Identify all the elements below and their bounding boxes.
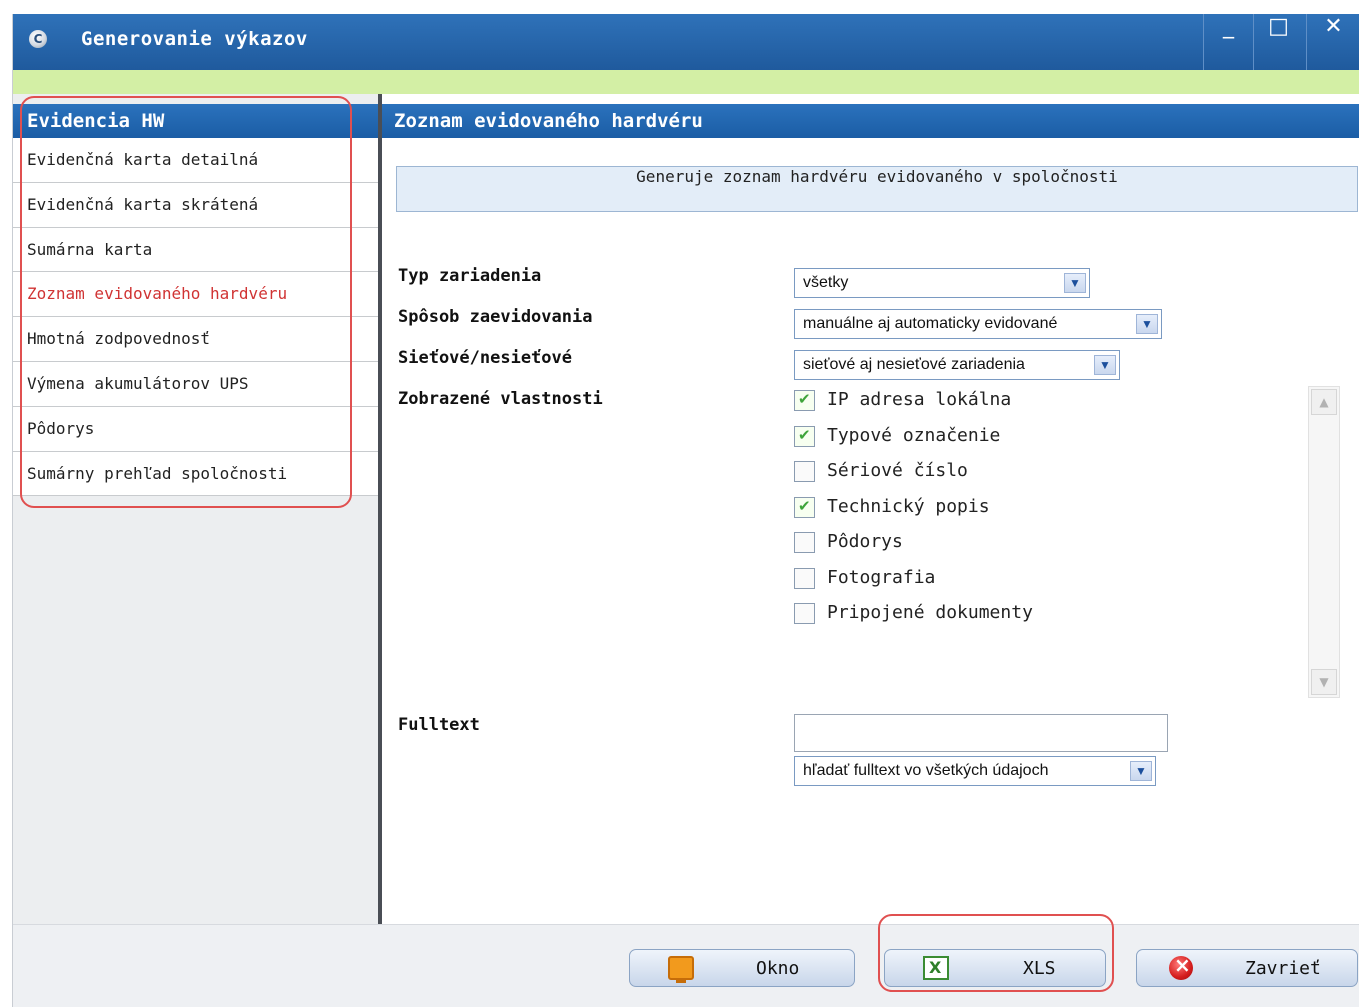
properties-checklist: IP adresa lokálna Typové označenie Sério… xyxy=(794,386,1314,706)
property-option[interactable]: Pôdorys xyxy=(794,528,1314,564)
properties-label: Zobrazené vlastnosti xyxy=(398,389,603,409)
property-option[interactable]: IP adresa lokálna xyxy=(794,386,1314,422)
scroll-up-icon[interactable]: ▲ xyxy=(1311,389,1337,415)
sidebar-item-floor-plan[interactable]: Pôdorys xyxy=(13,406,379,452)
chevron-down-icon: ▼ xyxy=(1064,273,1086,293)
monitor-icon xyxy=(668,956,694,983)
window-output-button[interactable]: Okno xyxy=(629,949,855,987)
sidebar-header: Evidencia HW xyxy=(13,104,379,138)
checkbox-serial-number[interactable] xyxy=(794,461,815,482)
chevron-down-icon: ▼ xyxy=(1136,314,1158,334)
option-label: Technický popis xyxy=(827,495,990,517)
report-description: Generuje zoznam hardvéru evidovaného v s… xyxy=(396,166,1358,212)
network-value: sieťové aj nesieťové zariadenia xyxy=(803,356,1025,373)
option-label: Pôdorys xyxy=(827,531,903,552)
sidebar-item-material-responsibility[interactable]: Hmotná zodpovednosť xyxy=(13,317,379,362)
fulltext-input[interactable] xyxy=(794,714,1168,752)
properties-scrollbar[interactable]: ▲ ▼ xyxy=(1308,386,1340,698)
excel-icon xyxy=(923,956,949,980)
action-bar: Okno XLS Zavrieť xyxy=(13,924,1359,1007)
checkbox-ip-address[interactable] xyxy=(794,390,815,411)
device-type-value: všetky xyxy=(803,274,849,291)
device-type-label: Typ zariadenia xyxy=(398,266,542,286)
chevron-down-icon: ▼ xyxy=(1094,355,1116,375)
fulltext-label: Fulltext xyxy=(398,715,480,735)
button-label: XLS xyxy=(1023,958,1056,979)
scroll-down-icon[interactable]: ▼ xyxy=(1311,669,1337,695)
checkbox-photo[interactable] xyxy=(794,567,815,589)
device-type-select[interactable]: všetky ▼ xyxy=(794,268,1090,298)
title-bar: C Generovanie výkazov _ □ ✕ xyxy=(13,14,1359,70)
close-window-button[interactable]: ✕ xyxy=(1306,14,1359,70)
checkbox-floor-plan[interactable] xyxy=(794,532,815,553)
report-title: Zoznam evidovaného hardvéru xyxy=(382,104,1359,138)
xls-export-button[interactable]: XLS xyxy=(884,949,1106,987)
sidebar-item-company-overview[interactable]: Sumárny prehľad spoločnosti xyxy=(13,451,379,497)
button-label: Okno xyxy=(756,958,800,979)
registration-method-value: manuálne aj automaticky evidované xyxy=(803,315,1058,332)
property-option[interactable]: Typové označenie xyxy=(794,422,1314,458)
sidebar-item-short-card[interactable]: Evidenčná karta skrátená xyxy=(13,182,379,228)
network-label: Sieťové/nesieťové xyxy=(398,348,572,368)
option-label: Fotografia xyxy=(827,566,936,588)
chevron-down-icon: ▼ xyxy=(1130,761,1152,781)
maximize-button[interactable]: □ xyxy=(1253,14,1303,70)
option-label: IP adresa lokálna xyxy=(827,389,1012,410)
registration-method-label: Spôsob zaevidovania xyxy=(398,307,593,327)
sidebar-item-detailed-card[interactable]: Evidenčná karta detailná xyxy=(13,138,379,183)
sidebar-item-summary-card[interactable]: Sumárna karta xyxy=(13,227,379,273)
fulltext-scope-select[interactable]: hľadať fulltext vo všetkých údajoch ▼ xyxy=(794,756,1156,786)
accent-bar xyxy=(13,70,1359,94)
close-button[interactable]: Zavrieť xyxy=(1136,949,1358,987)
option-label: Sériové číslo xyxy=(827,460,968,481)
sidebar-item-hardware-list[interactable]: Zoznam evidovaného hardvéru xyxy=(13,272,379,318)
registration-method-select[interactable]: manuálne aj automaticky evidované ▼ xyxy=(794,309,1162,339)
fulltext-scope-value: hľadať fulltext vo všetkých údajoch xyxy=(803,762,1049,779)
window-title: Generovanie výkazov xyxy=(81,28,308,50)
checkbox-attached-documents[interactable] xyxy=(794,603,815,624)
app-logo-icon: C xyxy=(29,30,47,48)
option-label: Typové označenie xyxy=(827,424,1001,446)
minimize-button[interactable]: _ xyxy=(1203,14,1253,70)
network-select[interactable]: sieťové aj nesieťové zariadenia ▼ xyxy=(794,350,1120,380)
sidebar-item-ups-battery-replacement[interactable]: Výmena akumulátorov UPS xyxy=(13,361,379,407)
checkbox-technical-description[interactable] xyxy=(794,496,815,518)
report-list: Evidenčná karta detailná Evidenčná karta… xyxy=(13,138,379,497)
report-generator-window: C Generovanie výkazov _ □ ✕ Evidencia HW… xyxy=(12,14,1359,1007)
close-icon xyxy=(1169,953,1193,980)
property-option[interactable]: Fotografia xyxy=(794,564,1314,600)
button-label: Zavrieť xyxy=(1245,958,1321,979)
property-option[interactable]: Technický popis xyxy=(794,493,1314,529)
checkbox-type-designation[interactable] xyxy=(794,425,815,447)
report-form-panel: Zoznam evidovaného hardvéru Generuje zoz… xyxy=(382,94,1359,924)
report-sidebar: Evidencia HW Evidenčná karta detailná Ev… xyxy=(13,94,379,924)
option-label: Pripojené dokumenty xyxy=(827,602,1033,623)
property-option[interactable]: Sériové číslo xyxy=(794,457,1314,493)
property-option[interactable]: Pripojené dokumenty xyxy=(794,599,1314,635)
